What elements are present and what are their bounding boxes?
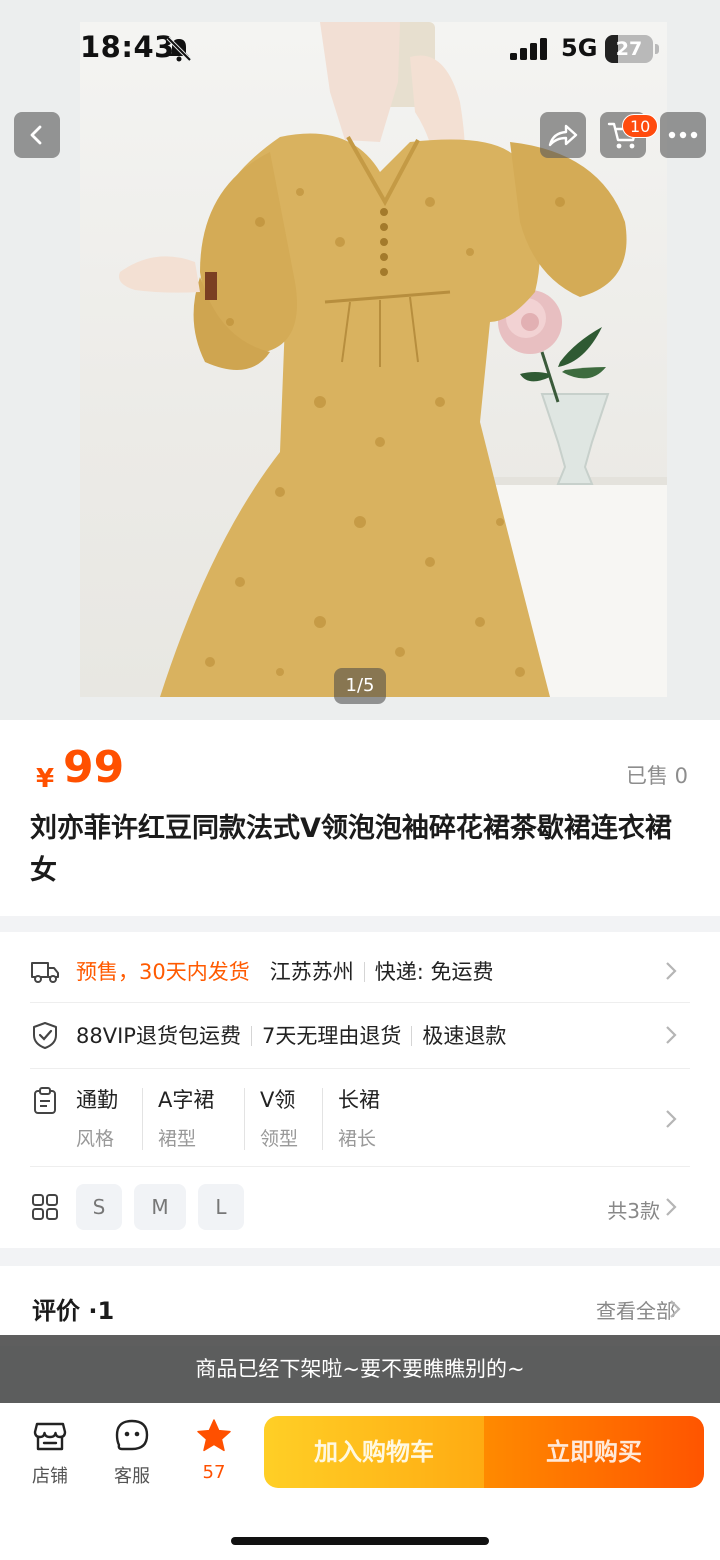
more-dots-icon bbox=[668, 131, 698, 139]
chevron-right-icon bbox=[666, 1198, 677, 1216]
sold-count: 已售 0 bbox=[625, 764, 688, 788]
shield-check-icon bbox=[33, 1022, 57, 1049]
network-label: 5G bbox=[561, 34, 598, 62]
divider bbox=[142, 1088, 143, 1150]
size-chip-m[interactable]: M bbox=[134, 1184, 186, 1230]
divider bbox=[244, 1088, 245, 1150]
size-chip-s[interactable]: S bbox=[76, 1184, 122, 1230]
favorite-count: 57 bbox=[202, 1462, 226, 1483]
star-icon bbox=[197, 1419, 231, 1452]
guarantee-88vip: 88VIP退货包运费 bbox=[76, 1024, 241, 1048]
delisted-notice: 商品已经下架啦~要不要瞧瞧别的~ bbox=[0, 1335, 720, 1403]
attribute-length: 长裙 裙长 bbox=[338, 1088, 380, 1150]
product-detail-page: 18:43 5G 27 10 1/5 ¥ 99 已售 0 刘亦菲许红豆同款法式Ⅴ… bbox=[0, 0, 720, 1560]
back-button[interactable] bbox=[14, 112, 60, 158]
size-chip-l[interactable]: L bbox=[198, 1184, 244, 1230]
product-gallery[interactable]: 18:43 5G 27 10 1/5 bbox=[0, 0, 720, 720]
favorite-tab[interactable]: 57 bbox=[184, 1418, 244, 1483]
guarantee-row[interactable]: 88VIP退货包运费 7天无理由退货 极速退款 bbox=[30, 1018, 690, 1054]
shop-icon bbox=[33, 1422, 67, 1451]
guarantee-fast-refund: 极速退款 bbox=[422, 1024, 507, 1048]
chevron-right-icon bbox=[670, 1300, 681, 1318]
signal-bars-icon bbox=[510, 38, 547, 60]
attribute-style: 通勤 风格 bbox=[76, 1088, 118, 1150]
guarantee-7day: 7天无理由退货 bbox=[261, 1024, 402, 1048]
attributes-row[interactable]: 通勤 风格 A字裙 裙型 V领 领型 长裙 裙长 bbox=[30, 1084, 690, 1154]
express-fee: 快递: 免运费 bbox=[374, 960, 494, 984]
status-time: 18:43 bbox=[80, 30, 175, 64]
chevron-right-icon bbox=[666, 962, 677, 980]
view-all-reviews-link[interactable]: 查看全部 bbox=[596, 1295, 676, 1324]
variant-count: 共3款 bbox=[607, 1199, 660, 1223]
status-bar: 18:43 5G 27 bbox=[0, 0, 720, 98]
customer-service-label: 客服 bbox=[114, 1466, 150, 1487]
product-title: 刘亦菲许红豆同款法式Ⅴ领泡泡袖碎花裙茶歇裙连衣裙女 bbox=[30, 813, 672, 886]
presale-label: 预售，30天内发货 bbox=[76, 960, 250, 984]
attribute-skirt-type: A字裙 裙型 bbox=[158, 1088, 215, 1150]
purchase-button-group: 加入购物车 立即购买 bbox=[264, 1416, 704, 1488]
shipping-row[interactable]: 预售，30天内发货 江苏苏州 快递: 免运费 bbox=[30, 954, 690, 990]
battery-level: 27 bbox=[615, 38, 643, 60]
truck-icon bbox=[31, 962, 59, 983]
divider bbox=[30, 1068, 690, 1069]
divider bbox=[322, 1088, 323, 1150]
ship-from: 江苏苏州 bbox=[269, 960, 354, 984]
reviews-title: 评价 ·1 bbox=[32, 1297, 115, 1325]
back-arrow-icon bbox=[30, 125, 42, 145]
cart-badge: 10 bbox=[622, 114, 659, 138]
customer-service-tab[interactable]: 客服 bbox=[102, 1418, 162, 1488]
home-indicator bbox=[231, 1537, 489, 1545]
divider bbox=[30, 1166, 690, 1167]
chevron-right-icon bbox=[666, 1110, 677, 1128]
add-to-cart-button[interactable]: 加入购物车 bbox=[264, 1416, 484, 1488]
chevron-right-icon bbox=[666, 1026, 677, 1044]
grid-icon bbox=[32, 1194, 58, 1220]
clipboard-icon bbox=[34, 1087, 56, 1114]
attribute-collar: V领 领型 bbox=[260, 1088, 299, 1150]
chat-face-icon bbox=[115, 1419, 149, 1451]
shop-tab[interactable]: 店铺 bbox=[20, 1418, 80, 1488]
gallery-pager: 1/5 bbox=[334, 668, 386, 704]
more-button[interactable] bbox=[660, 112, 706, 158]
product-price: 99 bbox=[63, 742, 125, 793]
share-icon bbox=[548, 124, 578, 147]
shop-label: 店铺 bbox=[32, 1466, 68, 1487]
divider bbox=[30, 1002, 690, 1003]
share-button[interactable] bbox=[540, 112, 586, 158]
battery-icon: 27 bbox=[605, 35, 659, 63]
buy-now-button[interactable]: 立即购买 bbox=[484, 1416, 704, 1488]
variants-row[interactable]: S M L 共3款 bbox=[30, 1184, 690, 1230]
bell-slash-icon bbox=[166, 36, 192, 62]
currency-symbol: ¥ bbox=[36, 764, 55, 794]
